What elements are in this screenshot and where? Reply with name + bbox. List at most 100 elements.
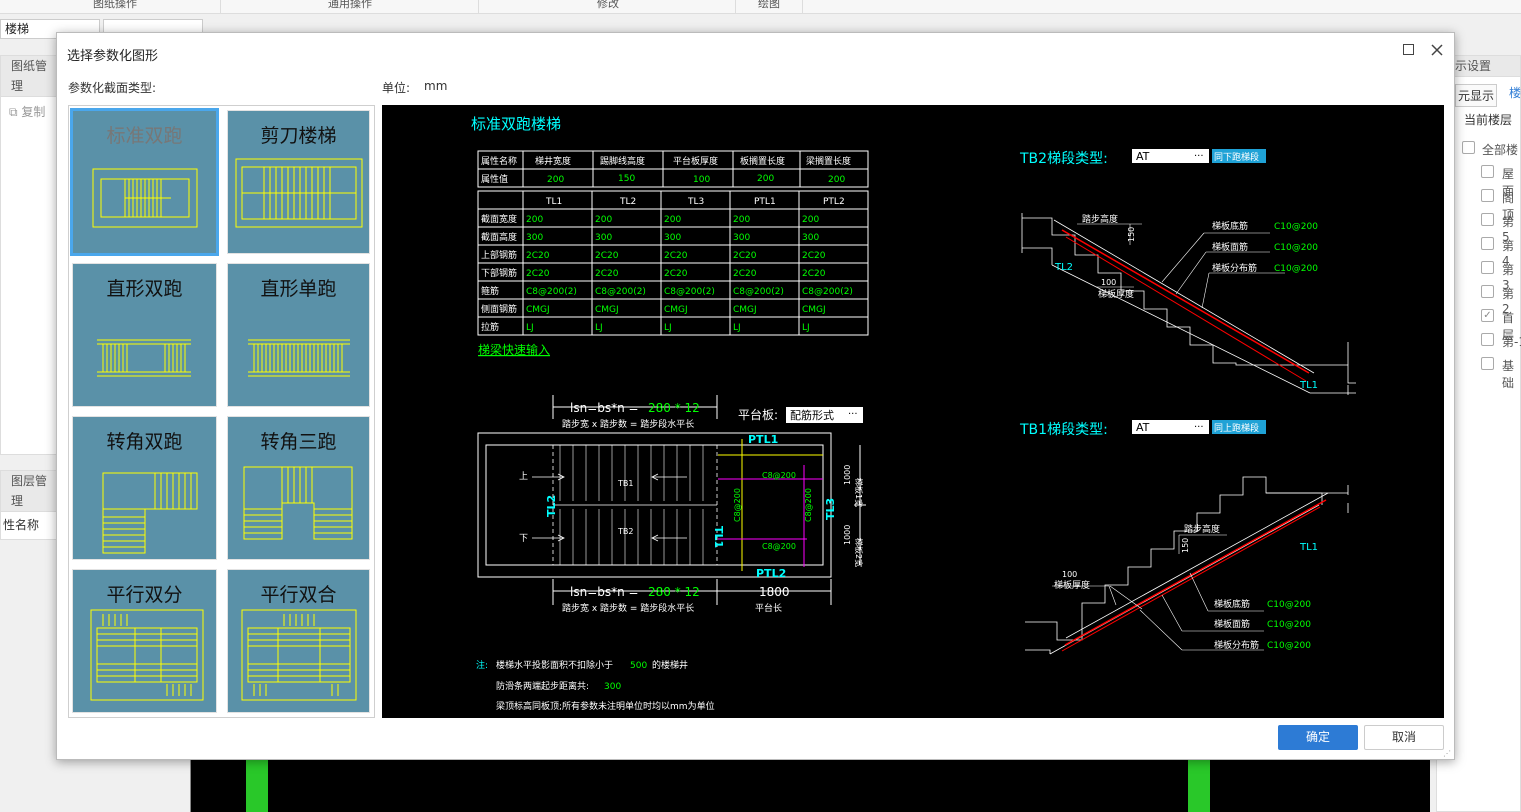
ribbon-group-modify[interactable]: 修改 [597, 0, 619, 12]
beam-cell[interactable]: C8@200(2) [526, 287, 577, 297]
beam-cell[interactable]: C8@200(2) [595, 287, 646, 297]
floor-checkbox[interactable] [1481, 189, 1494, 202]
beam-cell[interactable]: 200 [733, 215, 750, 225]
beam-cell[interactable]: 2C20 [664, 251, 688, 261]
cancel-button[interactable]: 取消 [1364, 725, 1444, 750]
beam-cell[interactable]: 200 [802, 215, 819, 225]
beam-cell[interactable]: 2C20 [595, 251, 619, 261]
beam-cell[interactable]: LJ [733, 323, 741, 333]
floor-checkbox[interactable] [1481, 165, 1494, 178]
floor-checkbox[interactable] [1481, 213, 1494, 226]
copy-button[interactable]: 复制 [21, 105, 45, 119]
scissor-stair-icon [235, 158, 363, 228]
standard-double-stair-icon [92, 168, 198, 228]
rebar-label: C8@200 [804, 488, 813, 522]
platform-combo-value[interactable]: 配筋形式 [790, 408, 834, 422]
tb1-type-value[interactable]: AT [1136, 421, 1150, 434]
floor-checkbox[interactable] [1481, 333, 1494, 346]
notes-label: 注: [476, 659, 488, 671]
parallel-split-stair-icon [90, 609, 204, 701]
floor-item[interactable]: 基础 [1502, 357, 1521, 391]
beam-cell[interactable]: CMGJ [733, 305, 757, 315]
tb2-combo-ellipsis[interactable]: ··· [1194, 151, 1204, 162]
thumb-corner-double[interactable]: 转角双跑 [72, 416, 217, 560]
note-1-value[interactable]: 500 [630, 661, 647, 671]
floor-checkbox[interactable] [1481, 357, 1494, 370]
prop-value[interactable]: 200 [547, 175, 564, 185]
beam-cell[interactable]: LJ [802, 323, 810, 333]
beam-cell[interactable]: CMGJ [595, 305, 619, 315]
beam-cell[interactable]: 300 [595, 233, 612, 243]
beam-cell[interactable]: 300 [802, 233, 819, 243]
floor-checkbox[interactable] [1462, 141, 1475, 154]
prop-value[interactable]: 200 [757, 174, 774, 184]
thumb-straight-double[interactable]: 直形双跑 [72, 263, 217, 407]
ribbon-group-drawing[interactable]: 图纸操作 [93, 0, 137, 12]
beam-cell[interactable]: C8@200(2) [664, 287, 715, 297]
floor-checkbox[interactable] [1481, 237, 1494, 250]
beam-cell[interactable]: CMGJ [802, 305, 826, 315]
close-icon[interactable] [1431, 44, 1443, 56]
plan-up-label: 上 [519, 471, 528, 482]
beam-cell[interactable]: 200 [595, 215, 612, 225]
beam-cell[interactable]: 200 [526, 215, 543, 225]
beam-cell[interactable]: 300 [526, 233, 543, 243]
maximize-icon[interactable] [1403, 44, 1414, 55]
ribbon-group-general[interactable]: 通用操作 [328, 0, 372, 12]
beam-cell[interactable]: LJ [526, 323, 534, 333]
thumb-scissor[interactable]: 剪刀楼梯 [227, 110, 370, 254]
ribbon-group-draw[interactable]: 绘图 [758, 0, 780, 12]
beam-cell[interactable]: 2C20 [664, 269, 688, 279]
beam-cell[interactable]: 2C20 [733, 269, 757, 279]
floor-checkbox-checked[interactable]: ✓ [1481, 309, 1494, 322]
tb1-combo-ellipsis[interactable]: ··· [1194, 422, 1204, 433]
prop-value[interactable]: 150 [618, 174, 635, 184]
prop-value[interactable]: 200 [828, 175, 845, 185]
parallel-merge-stair-icon [241, 609, 357, 701]
beam-cell[interactable]: 200 [664, 215, 681, 225]
platform-combo-ellipsis[interactable]: ··· [848, 409, 858, 420]
beam-cell[interactable]: CMGJ [526, 305, 550, 315]
beam-cell[interactable]: 300 [733, 233, 750, 243]
beam-cell[interactable]: 2C20 [802, 269, 826, 279]
quick-beam-input-link[interactable]: 梯梁快速输入 [478, 342, 550, 357]
floor-checkbox[interactable] [1481, 285, 1494, 298]
thumb-parallel-split[interactable]: 平行双分 [72, 569, 217, 713]
floor-item[interactable]: 第-1 [1502, 333, 1521, 350]
prop-value[interactable]: 100 [693, 175, 710, 185]
beam-cell[interactable]: 2C20 [526, 269, 550, 279]
thumb-corner-triple[interactable]: 转角三跑 [227, 416, 370, 560]
beam-cell[interactable]: 300 [664, 233, 681, 243]
beam-cell[interactable]: CMGJ [664, 305, 688, 315]
floor-checkbox[interactable] [1481, 261, 1494, 274]
tab-element-display[interactable]: 元显示 [1455, 84, 1498, 107]
beam-cell[interactable]: 2C20 [526, 251, 550, 261]
tb1-same-as-upper-button[interactable]: 同上跑梯段 [1214, 422, 1259, 434]
thumb-parallel-merge[interactable]: 平行双合 [227, 569, 370, 713]
lsn-top-value[interactable]: 280 * 12 [648, 401, 700, 415]
beam-cell[interactable]: 2C20 [595, 269, 619, 279]
beam-cell[interactable]: LJ [595, 323, 603, 333]
floor-item[interactable]: 全部楼 [1482, 141, 1518, 158]
thumb-straight-single[interactable]: 直形单跑 [227, 263, 370, 407]
beam-cell[interactable]: C8@200(2) [802, 287, 853, 297]
platform-length-value[interactable]: 1800 [759, 585, 790, 599]
prop-header: 踢脚线高度 [600, 155, 645, 167]
tb2-same-as-lower-button[interactable]: 同下跑梯段 [1214, 151, 1259, 163]
beam-cell[interactable]: C8@200(2) [733, 287, 784, 297]
resize-grip-icon[interactable]: ⋰ [1443, 749, 1453, 759]
ribbon-separator [478, 0, 479, 14]
lsn-bottom-value[interactable]: 280 * 12 [648, 585, 700, 599]
note-2-value[interactable]: 300 [604, 682, 621, 692]
tb1-bottom-rebar-value: C10@200 [1267, 600, 1311, 610]
beam-cell[interactable]: LJ [664, 323, 672, 333]
beam-cell[interactable]: 2C20 [802, 251, 826, 261]
tab-floor-display[interactable]: 楼 [1509, 84, 1521, 101]
ok-button[interactable]: 确定 [1278, 725, 1358, 750]
beam-row-label: 下部钢筋 [481, 267, 517, 279]
tb2-type-value[interactable]: AT [1136, 150, 1150, 163]
layer-panel-title: 图层管理 [1, 471, 57, 512]
current-floor-option[interactable]: 当前楼层 [1464, 111, 1512, 128]
beam-cell[interactable]: 2C20 [733, 251, 757, 261]
thumb-standard-double[interactable]: 标准双跑 [70, 108, 219, 256]
